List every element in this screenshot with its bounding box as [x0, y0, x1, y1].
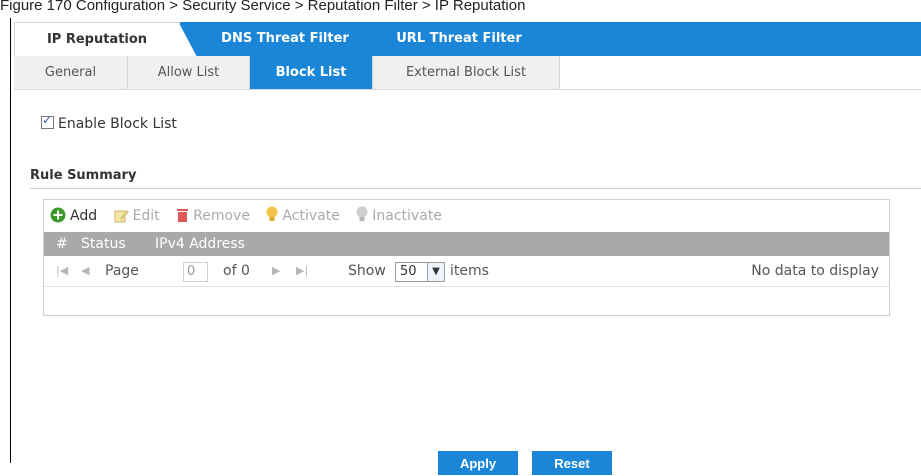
first-page-icon[interactable]: |◀ [56, 256, 68, 286]
lightbulb-on-icon [266, 206, 278, 221]
trash-icon [177, 209, 189, 222]
tab-external-block-list[interactable]: External Block List [373, 56, 560, 89]
page-size-value: 50 [400, 264, 417, 279]
empty-message: No data to display [751, 263, 879, 279]
edit-icon [114, 210, 129, 223]
enable-block-list-label: Enable Block List [58, 116, 177, 132]
next-page-icon[interactable]: ▶ [272, 256, 280, 286]
page-size-select[interactable]: 50 ▼ [395, 262, 445, 282]
lightbulb-off-icon [356, 206, 368, 221]
column-ipv4-address[interactable]: IPv4 Address [155, 232, 245, 256]
ip-reputation-panel: IP Reputation DNS Threat Filter URL Thre… [10, 18, 921, 475]
remove-button[interactable]: Remove [176, 207, 250, 224]
apply-button[interactable]: Apply [438, 451, 518, 475]
add-label: Add [70, 208, 98, 224]
rule-table: Add Edit Remove Activate Inactivate # St… [43, 199, 890, 316]
enable-block-list-checkbox[interactable] [41, 113, 54, 129]
inactivate-label: Inactivate [372, 208, 442, 224]
chevron-down-icon: ▼ [427, 263, 444, 281]
rule-summary-title: Rule Summary [30, 168, 137, 183]
show-label: Show [348, 263, 386, 279]
tab-allow-list[interactable]: Allow List [128, 56, 250, 89]
activate-label: Activate [282, 208, 340, 224]
page-label: Page [105, 263, 139, 279]
sub-tab-bar: General Allow List Block List External B… [14, 56, 921, 90]
add-icon [50, 207, 66, 223]
tab-ip-reputation[interactable]: IP Reputation [14, 22, 197, 57]
add-button[interactable]: Add [50, 207, 97, 224]
inactivate-button[interactable]: Inactivate [356, 206, 442, 224]
edit-label: Edit [132, 208, 160, 224]
column-number[interactable]: # [56, 232, 68, 256]
table-toolbar: Add Edit Remove Activate Inactivate [50, 206, 454, 226]
tab-block-list[interactable]: Block List [250, 56, 373, 89]
reset-button[interactable]: Reset [532, 451, 612, 475]
activate-button[interactable]: Activate [266, 206, 340, 224]
prev-page-icon[interactable]: ◀ [81, 256, 89, 286]
section-divider [30, 188, 921, 189]
edit-button[interactable]: Edit [114, 208, 160, 224]
tab-url-threat-filter[interactable]: URL Threat Filter [384, 22, 534, 56]
items-label: items [450, 263, 489, 279]
last-page-icon[interactable]: ▶| [296, 256, 308, 286]
page-number-input[interactable]: 0 [183, 262, 208, 282]
pagination-bar: |◀ ◀ Page 0 of 0 ▶ ▶| Show 50 ▼ items No… [44, 256, 889, 287]
page-total: of 0 [223, 263, 250, 279]
column-status[interactable]: Status [81, 232, 126, 256]
tab-dns-threat-filter[interactable]: DNS Threat Filter [210, 22, 360, 56]
top-tab-bar: IP Reputation DNS Threat Filter URL Thre… [14, 22, 921, 57]
figure-caption: Figure 170 Configuration > Security Serv… [0, 0, 526, 14]
remove-label: Remove [193, 208, 250, 224]
enable-block-list-row: Enable Block List [41, 113, 177, 132]
tab-general[interactable]: General [14, 56, 128, 89]
table-header: # Status IPv4 Address [44, 232, 889, 256]
